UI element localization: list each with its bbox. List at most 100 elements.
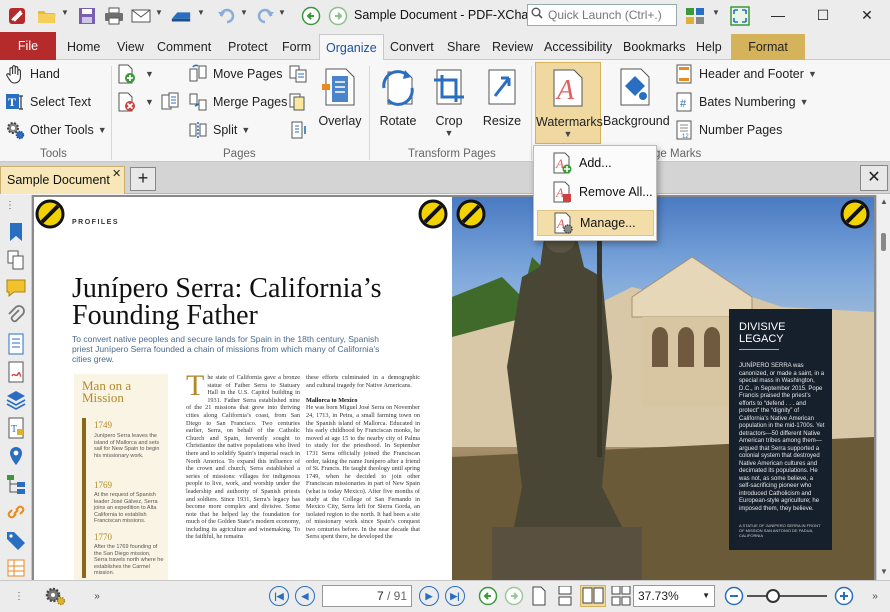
attachments-icon[interactable] xyxy=(5,305,27,327)
signatures-icon[interactable] xyxy=(5,361,27,383)
comments-icon[interactable] xyxy=(5,277,27,299)
statusbar-more-chevron-icon[interactable]: » xyxy=(864,585,886,607)
last-page-button[interactable]: ▶| xyxy=(444,585,466,607)
select-text-button[interactable]: T Select Text xyxy=(5,92,91,112)
tab-protect[interactable]: Protect xyxy=(222,34,274,60)
page-number-field[interactable]: 7 / 91 xyxy=(322,585,412,607)
email-icon[interactable] xyxy=(130,5,152,27)
back-icon[interactable] xyxy=(300,5,322,27)
resize-button[interactable]: Resize xyxy=(479,66,525,128)
tab-share[interactable]: Share xyxy=(441,34,486,60)
scan-icon[interactable] xyxy=(170,5,192,27)
menu-item-remove-all[interactable]: A Remove All... xyxy=(537,179,654,205)
tab-comment[interactable]: Comment xyxy=(151,34,217,60)
watermarks-button[interactable]: A Watermarks ▼ xyxy=(535,62,603,144)
vertical-scrollbar[interactable]: ▲ ▼ xyxy=(876,195,890,580)
number-pages-button[interactable]: 12 Number Pages xyxy=(674,120,782,140)
back-view-button[interactable] xyxy=(477,585,499,607)
fullscreen-icon[interactable] xyxy=(729,5,751,27)
thumbnails-icon[interactable] xyxy=(5,249,27,271)
scan-dropdown-icon[interactable]: ▼ xyxy=(197,8,205,17)
destinations-icon[interactable] xyxy=(5,445,27,467)
tab-convert[interactable]: Convert xyxy=(384,34,440,60)
quick-launch-input[interactable]: Quick Launch (Ctrl+.) xyxy=(527,4,677,26)
document-tab[interactable]: Sample Document xyxy=(0,166,125,194)
overlay-button[interactable]: Overlay xyxy=(316,66,364,128)
settings-gear-icon[interactable] xyxy=(44,585,66,607)
page-tool-b-button[interactable] xyxy=(288,92,313,112)
facing-view-button[interactable] xyxy=(580,585,606,607)
move-pages-button[interactable]: Move Pages xyxy=(188,64,282,84)
scroll-down-icon[interactable]: ▼ xyxy=(880,567,888,576)
header-footer-button[interactable]: Header and Footer ▼ xyxy=(674,64,817,84)
forward-icon[interactable] xyxy=(327,5,349,27)
single-page-view-button[interactable] xyxy=(528,585,550,607)
redo-dropdown-icon[interactable]: ▼ xyxy=(278,8,286,17)
tag-label-icon[interactable] xyxy=(5,529,27,551)
next-page-button[interactable]: ▶ xyxy=(418,585,440,607)
split-button[interactable]: Split ▼ xyxy=(188,120,250,140)
tags-icon[interactable]: T xyxy=(5,417,27,439)
forward-view-button[interactable] xyxy=(503,585,525,607)
menu-item-add[interactable]: A Add... xyxy=(537,150,654,176)
drag-handle-icon[interactable]: ⋮ xyxy=(5,200,27,222)
page-tool-a-button[interactable] xyxy=(288,64,313,84)
new-tab-button[interactable]: + xyxy=(130,167,156,191)
expand-double-chevron-icon[interactable]: » xyxy=(86,585,108,607)
zoom-out-button[interactable] xyxy=(723,585,745,607)
first-page-button[interactable]: |◀ xyxy=(268,585,290,607)
crop-button[interactable]: Crop ▼ xyxy=(426,66,472,138)
hand-tool-button[interactable]: Hand xyxy=(5,64,60,84)
tab-help[interactable]: Help xyxy=(690,34,728,60)
undo-icon[interactable] xyxy=(216,5,238,27)
tab-home[interactable]: Home xyxy=(61,34,106,60)
zoom-slider-track[interactable] xyxy=(747,595,827,597)
continuous-view-button[interactable] xyxy=(554,585,576,607)
page-left[interactable]: PROFILES Junípero Serra: California’s Fo… xyxy=(34,197,452,580)
other-tools-button[interactable]: Other Tools ▼ xyxy=(5,120,107,140)
background-button[interactable]: Background xyxy=(603,66,670,128)
undo-dropdown-icon[interactable]: ▼ xyxy=(240,8,248,17)
bates-numbering-button[interactable]: # Bates Numbering ▼ xyxy=(674,92,809,112)
previous-page-button[interactable]: ◀ xyxy=(294,585,316,607)
customize-dropdown-icon[interactable]: ▼ xyxy=(712,8,720,17)
tab-view[interactable]: View xyxy=(111,34,150,60)
structure-icon[interactable] xyxy=(5,473,27,495)
rotate-button[interactable]: Rotate xyxy=(375,66,421,128)
scroll-up-icon[interactable]: ▲ xyxy=(880,197,888,206)
email-dropdown-icon[interactable]: ▼ xyxy=(155,8,163,17)
close-tab-icon[interactable]: ✕ xyxy=(112,167,121,180)
minimize-button[interactable]: — xyxy=(763,4,793,26)
zoom-in-button[interactable] xyxy=(833,585,855,607)
zoom-dropdown-icon[interactable]: ▼ xyxy=(702,591,710,600)
scroll-thumb[interactable] xyxy=(881,233,886,251)
bookmark-icon[interactable] xyxy=(5,221,27,243)
redo-icon[interactable] xyxy=(254,5,276,27)
statusbar-options-icon[interactable]: ⋮ xyxy=(8,585,30,607)
zoom-field[interactable]: 37.73% ▼ xyxy=(633,585,715,607)
close-document-button[interactable]: ✕ xyxy=(860,165,888,191)
open-folder-icon[interactable] xyxy=(36,5,58,27)
extract-pages-button[interactable] xyxy=(160,92,185,112)
customize-toolbar-icon[interactable] xyxy=(684,5,706,27)
page-tool-c-button[interactable] xyxy=(288,120,313,140)
close-window-button[interactable]: ✕ xyxy=(852,4,882,26)
menu-item-manage[interactable]: A Manage... xyxy=(537,210,654,236)
save-icon[interactable] xyxy=(76,5,98,27)
tab-review[interactable]: Review xyxy=(486,34,539,60)
content-icon[interactable] xyxy=(5,333,27,355)
app-logo-icon[interactable] xyxy=(6,5,28,27)
merge-pages-button[interactable]: Merge Pages xyxy=(188,92,287,112)
tab-file[interactable]: File xyxy=(0,32,56,60)
tab-format[interactable]: Format xyxy=(731,34,805,60)
open-dropdown-icon[interactable]: ▼ xyxy=(61,8,69,17)
links-icon[interactable] xyxy=(5,501,27,523)
zoom-slider-thumb[interactable] xyxy=(766,589,780,603)
tab-organize[interactable]: Organize xyxy=(319,34,384,61)
tab-form[interactable]: Form xyxy=(276,34,317,60)
tab-bookmarks[interactable]: Bookmarks xyxy=(617,34,692,60)
order-icon[interactable] xyxy=(5,557,27,579)
continuous-facing-view-button[interactable] xyxy=(610,585,632,607)
tab-accessibility[interactable]: Accessibility xyxy=(538,34,618,60)
layers-icon[interactable] xyxy=(5,389,27,411)
